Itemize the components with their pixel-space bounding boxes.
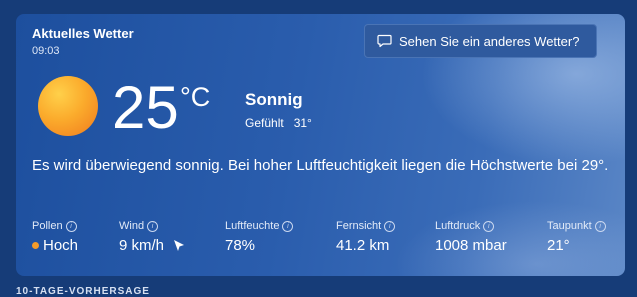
metric-dewpoint: Taupunkt i 21° (547, 220, 606, 254)
feels-like: Gefühlt 31° (245, 116, 312, 130)
current-weather-card: Aktuelles Wetter 09:03 Sehen Sie ein and… (16, 14, 625, 276)
other-weather-button[interactable]: Sehen Sie ein anderes Wetter? (364, 24, 597, 58)
feels-like-label: Gefühlt (245, 116, 284, 130)
temperature-unit: °C (180, 82, 211, 112)
metric-value: 9 km/h (119, 237, 165, 254)
metric-value: Hoch (43, 237, 79, 254)
feels-like-value: 31° (293, 116, 312, 130)
weather-description: Es wird überwiegend sonnig. Bei hoher Lu… (32, 157, 609, 174)
metric-pollen: Pollen i Hoch (32, 220, 78, 254)
info-icon[interactable]: i (65, 220, 77, 232)
info-icon[interactable]: i (594, 220, 606, 232)
metric-value: 1008 mbar (435, 237, 507, 254)
chat-bubble-icon (377, 34, 392, 48)
pollen-level-dot (32, 242, 39, 249)
forecast-section-heading: 10-TAGE-VORHERSAGE (16, 286, 150, 297)
metric-pressure: Luftdruck i 1008 mbar (435, 220, 507, 254)
temperature-value: 25 (112, 74, 179, 141)
sun-icon (38, 76, 98, 136)
metric-label: Fernsicht (336, 220, 382, 232)
arrow-icon (174, 239, 185, 251)
metric-humidity: Luftfeuchte i 78% (225, 220, 294, 254)
update-time: 09:03 (32, 45, 60, 57)
info-icon[interactable]: i (282, 220, 294, 232)
condition-text: Sonnig (245, 90, 303, 109)
other-weather-label: Sehen Sie ein anderes Wetter? (399, 33, 580, 49)
info-icon[interactable]: i (147, 220, 159, 232)
metric-value: 21° (547, 237, 570, 254)
metric-label: Pollen (32, 220, 63, 232)
metric-value: 78% (225, 237, 256, 254)
info-icon[interactable]: i (384, 220, 396, 232)
metric-label: Luftdruck (435, 220, 481, 232)
info-icon[interactable]: i (483, 220, 495, 232)
metric-value: 41.2 km (336, 237, 390, 254)
metric-label: Wind (119, 220, 145, 232)
metric-visibility: Fernsicht i 41.2 km (336, 220, 396, 254)
metric-wind: Wind i 9 km/h (119, 220, 186, 254)
metric-label: Luftfeuchte (225, 220, 280, 232)
metric-label: Taupunkt (547, 220, 592, 232)
card-title: Aktuelles Wetter (32, 26, 134, 41)
